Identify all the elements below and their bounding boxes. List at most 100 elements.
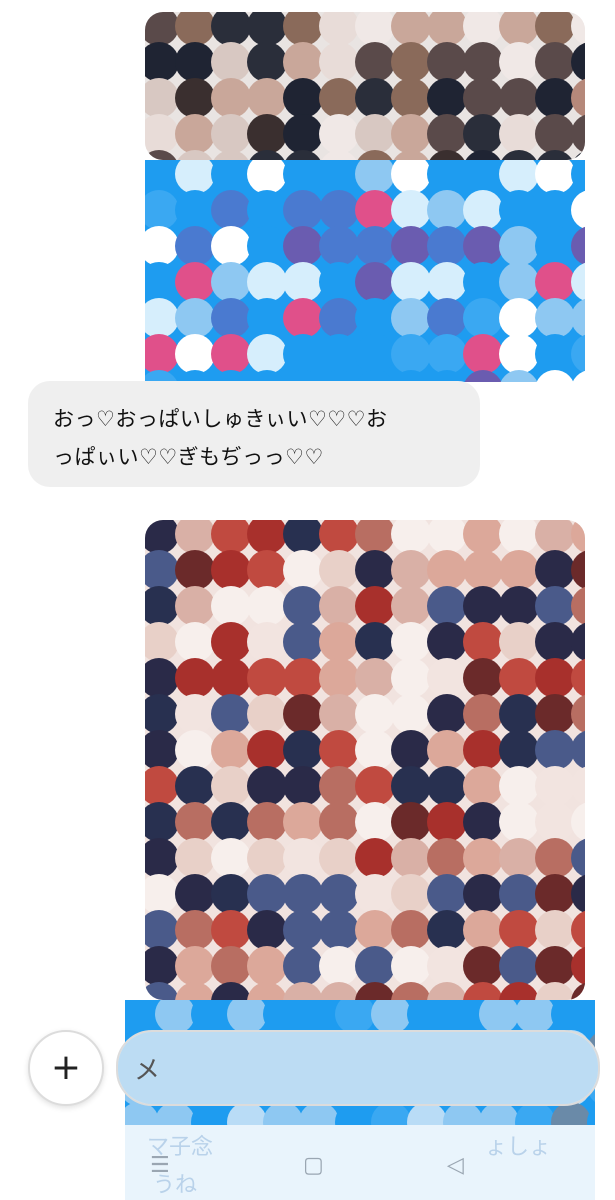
mosaic-tile [211,658,251,698]
mosaic-tile [145,334,179,374]
mosaic-tile [247,982,287,1000]
mosaic-tile [283,730,323,770]
mosaic-tile [211,520,251,554]
mosaic-tile [211,334,251,374]
mosaic-tile [175,838,215,878]
mosaic-tile [283,226,323,266]
mosaic-tile [247,226,287,266]
mosaic-tile [175,550,215,590]
mosaic-tile [355,160,395,194]
mosaic-tile [463,12,503,46]
mosaic-tile [319,622,359,662]
mosaic-tile [191,1000,231,1034]
mosaic-tile [211,874,251,914]
mosaic-tile [427,874,467,914]
mosaic-tile [571,114,585,154]
mosaic-tile [211,78,251,118]
mosaic-tile [535,982,575,1000]
menu-icon[interactable]: ☰ [150,1153,170,1178]
mosaic-tile [535,520,575,554]
mosaic-tile [463,262,503,302]
message-input[interactable]: メ [116,1030,600,1106]
mosaic-tile [427,730,467,770]
mosaic-tile [355,12,395,46]
mosaic-tile [319,334,359,374]
mosaic-tile [175,730,215,770]
mosaic-tile [499,802,539,842]
mosaic-tile [499,78,539,118]
mosaic-tile [499,910,539,950]
mosaic-tile [571,586,585,626]
mosaic-tile [427,78,467,118]
mosaic-tile [463,766,503,806]
mosaic-tile [319,520,359,554]
home-square-icon[interactable]: ▢ [303,1153,324,1178]
mosaic-tile [355,520,395,554]
mosaic-tile [247,550,287,590]
mosaic-tile [535,838,575,878]
mosaic-tile [283,160,323,194]
mosaic-tile [391,150,431,160]
mosaic-tile [211,12,251,46]
mosaic-tile [145,12,179,46]
mosaic-tile [125,1000,159,1034]
mosaic-tile [319,910,359,950]
back-triangle-icon[interactable]: ◁ [447,1153,464,1178]
mosaic-tile [427,550,467,590]
mosaic-tile [571,370,585,382]
mosaic-tile [499,586,539,626]
mosaic-tile [319,150,359,160]
mosaic-tile [535,298,575,338]
mosaic-tile [145,874,179,914]
add-attachment-button[interactable]: + [28,1030,104,1106]
mosaic-tile [211,262,251,302]
blurred-text-right: ょしょ [485,1135,552,1160]
mosaic-tile [175,78,215,118]
mosaic-tile [427,334,467,374]
mosaic-tile [145,766,179,806]
mosaic-tile [427,694,467,734]
mosaic-tile [571,298,585,338]
mosaic-tile [391,160,431,194]
mosaic-tile [463,550,503,590]
mosaic-tile [319,12,359,46]
pixelated-photo-2[interactable] [145,520,585,1000]
mosaic-tile [175,694,215,734]
mosaic-tile [463,334,503,374]
incoming-message-bubble[interactable]: おっ♡おっぱいしゅきぃい♡♡♡お っぱぃい♡♡ぎもぢっっ♡♡ [28,381,480,487]
mosaic-tile [571,946,585,986]
mosaic-tile [175,802,215,842]
mosaic-tile [499,658,539,698]
mosaic-tile [145,586,179,626]
mosaic-tile [571,802,585,842]
mosaic-tile [175,42,215,82]
mosaic-tile [391,982,431,1000]
mosaic-tile [247,586,287,626]
mosaic-tile [247,78,287,118]
mosaic-tile [145,78,179,118]
mosaic-tile [427,910,467,950]
mosaic-tile [571,982,585,1000]
mosaic-tile [283,838,323,878]
mosaic-tile [427,150,467,160]
mosaic-tile [571,226,585,266]
mosaic-tile [571,622,585,662]
mosaic-tile [391,622,431,662]
mosaic-tile [211,910,251,950]
mosaic-tile [391,298,431,338]
mosaic-tile [145,150,179,160]
mosaic-tile [571,874,585,914]
pixelated-photo-1[interactable] [145,12,585,160]
mosaic-tile [247,298,287,338]
mosaic-tile [145,694,179,734]
mosaic-tile [283,150,323,160]
mosaic-tile [283,298,323,338]
mosaic-tile [355,802,395,842]
mosaic-tile [211,114,251,154]
mosaic-tile [535,766,575,806]
mosaic-tile [211,190,251,230]
mosaic-tile [571,694,585,734]
mosaic-tile [247,622,287,662]
mosaic-tile [427,982,467,1000]
pixelated-screenshot-1[interactable] [145,160,585,382]
